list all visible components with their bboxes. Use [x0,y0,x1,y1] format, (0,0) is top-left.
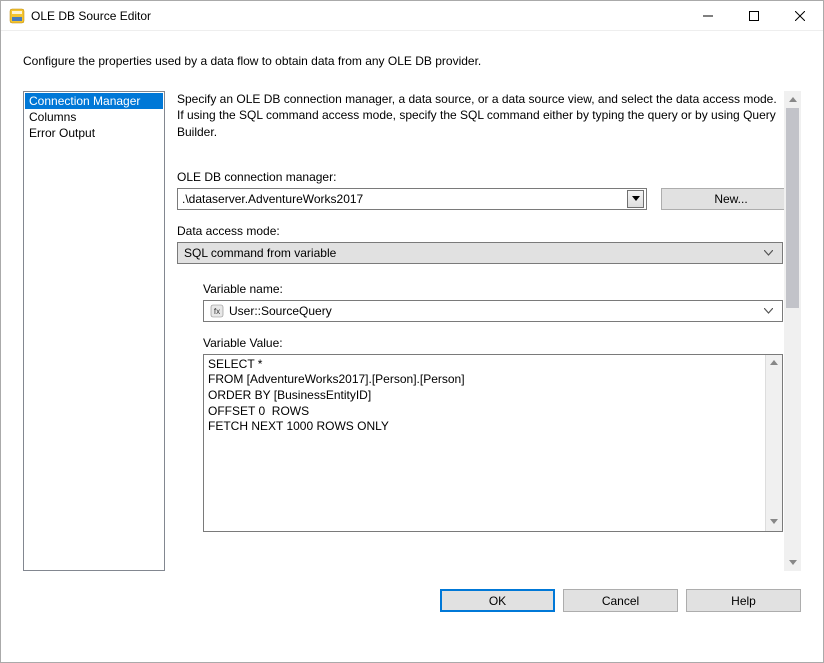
new-button[interactable]: New... [661,188,801,210]
scroll-down-icon[interactable] [766,514,782,531]
sidebar-item-connection-manager[interactable]: Connection Manager [25,93,163,109]
scroll-up-icon[interactable] [784,91,801,108]
conn-manager-dropdown[interactable]: .\dataserver.AdventureWorks2017 [177,188,647,210]
variable-value-textarea[interactable]: SELECT * FROM [AdventureWorks2017].[Pers… [203,354,783,532]
variable-name-dropdown[interactable]: fx User::SourceQuery [203,300,783,322]
scroll-up-icon[interactable] [766,355,782,372]
chevron-down-icon [760,250,776,256]
mode-label: Data access mode: [177,224,783,238]
titlebar: OLE DB Source Editor [1,1,823,31]
sidebar-item-columns[interactable]: Columns [25,109,163,125]
scroll-down-icon[interactable] [784,554,801,571]
cancel-button[interactable]: Cancel [563,589,678,612]
svg-text:fx: fx [214,307,220,316]
dropdown-arrow-icon[interactable] [627,190,644,208]
variable-value-text: SELECT * FROM [AdventureWorks2017].[Pers… [208,357,465,433]
var-value-label: Variable Value: [203,336,783,350]
help-button[interactable]: Help [686,589,801,612]
panel-scrollbar[interactable] [784,91,801,571]
var-name-label: Variable name: [203,282,783,296]
conn-manager-value: .\dataserver.AdventureWorks2017 [182,192,627,206]
data-access-mode-value: SQL command from variable [184,246,760,260]
ok-button[interactable]: OK [440,589,555,612]
data-access-mode-dropdown[interactable]: SQL command from variable [177,242,783,264]
right-panel: Specify an OLE DB connection manager, a … [165,91,801,571]
panel-help-text: Specify an OLE DB connection manager, a … [177,91,801,140]
sidebar-item-error-output[interactable]: Error Output [25,125,163,141]
chevron-down-icon [760,308,776,314]
sidebar: Connection Manager Columns Error Output [23,91,165,571]
window-title: OLE DB Source Editor [31,9,685,23]
maximize-button[interactable] [731,1,777,31]
variable-icon: fx [210,304,224,318]
description-text: Configure the properties used by a data … [1,31,823,91]
scrollbar-thumb[interactable] [786,108,799,308]
textarea-scrollbar[interactable] [765,355,782,531]
variable-name-value: User::SourceQuery [229,304,332,318]
minimize-button[interactable] [685,1,731,31]
app-icon [9,8,25,24]
footer: OK Cancel Help [1,571,823,612]
close-button[interactable] [777,1,823,31]
conn-label: OLE DB connection manager: [177,170,801,184]
